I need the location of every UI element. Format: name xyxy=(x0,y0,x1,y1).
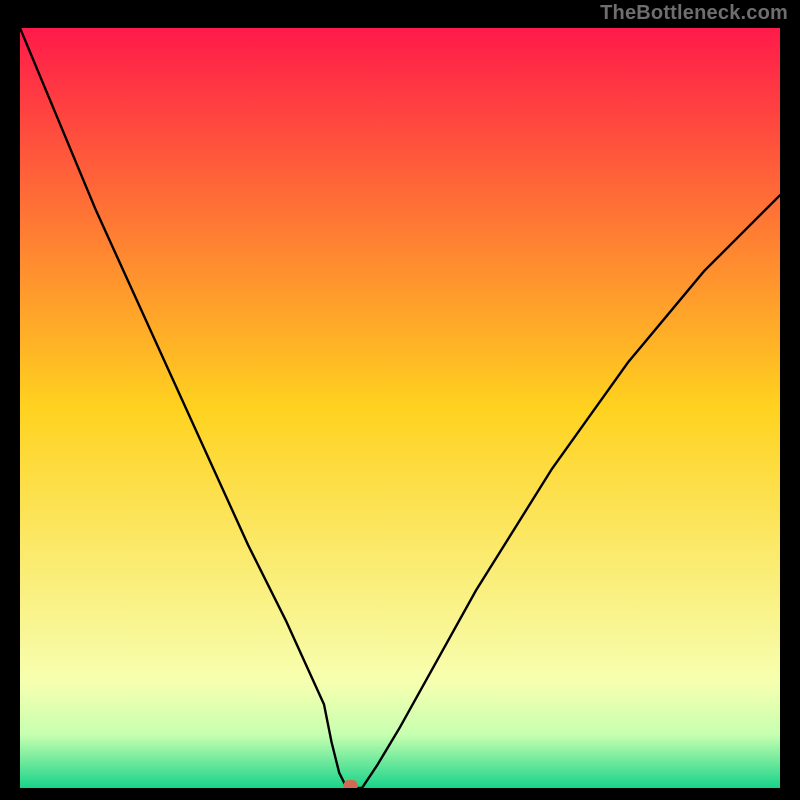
bottleneck-chart xyxy=(20,28,780,788)
watermark-text: TheBottleneck.com xyxy=(600,2,788,25)
gradient-background xyxy=(20,28,780,788)
plot-area xyxy=(20,28,780,788)
chart-container: TheBottleneck.com xyxy=(0,0,800,800)
optimum-marker xyxy=(344,780,358,788)
